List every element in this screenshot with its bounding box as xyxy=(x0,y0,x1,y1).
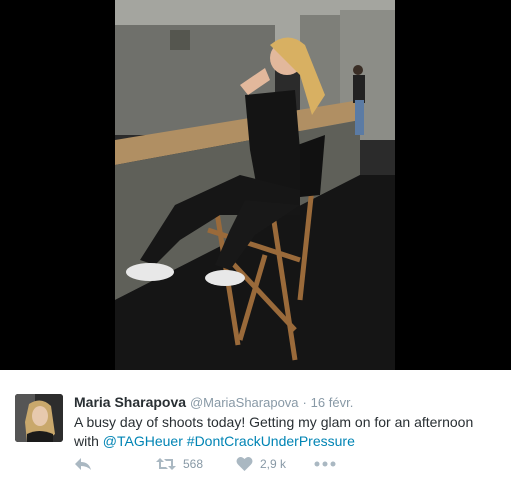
tweet-card: Maria Sharapova @MariaSharapova · 16 fév… xyxy=(0,370,511,492)
like-button[interactable]: 2,9 k xyxy=(236,456,286,472)
retweet-icon xyxy=(156,458,176,470)
avatar-image xyxy=(15,394,63,442)
retweet-count: 568 xyxy=(183,457,204,471)
like-count: 2,9 k xyxy=(260,457,287,471)
reply-icon xyxy=(75,458,91,470)
hashtag-link[interactable]: #DontCrackUnderPressure xyxy=(187,433,355,449)
tweet-text: A busy day of shoots today! Getting my g… xyxy=(74,413,494,451)
separator-dot: · xyxy=(302,395,307,410)
heart-icon xyxy=(236,456,253,471)
tweet-header: Maria Sharapova @MariaSharapova · 16 fév… xyxy=(74,393,353,412)
avatar[interactable] xyxy=(15,394,63,442)
mention-link[interactable]: @TAGHeuer xyxy=(103,433,183,449)
more-icon xyxy=(314,461,336,467)
tweet-photo[interactable] xyxy=(0,0,511,370)
retweet-button[interactable]: 568 xyxy=(156,456,203,472)
photo-image xyxy=(0,0,511,370)
timestamp-link[interactable]: 16 févr. xyxy=(311,395,354,410)
reply-button[interactable] xyxy=(74,456,92,472)
author-handle[interactable]: @MariaSharapova xyxy=(190,395,299,410)
author-name[interactable]: Maria Sharapova xyxy=(74,394,186,410)
more-button[interactable] xyxy=(314,456,336,472)
tweet-actions: 568 2,9 k xyxy=(74,456,494,476)
